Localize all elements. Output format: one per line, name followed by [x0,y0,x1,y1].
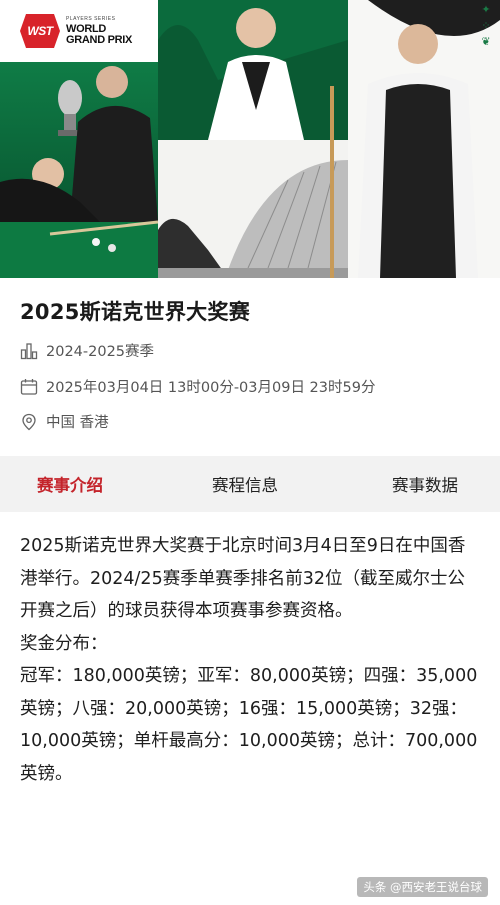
tab-schedule[interactable]: 赛程信息 [140,472,350,496]
event-description: 2025斯诺克世界大奖赛于北京时间3月4日至9日在中国香港举行。2024/25赛… [20,530,480,790]
prize-paragraph: 冠军：180,000英镑；亚军：80,000英镑；四强：35,000英镑；八强：… [20,666,478,784]
hero-icon-group: ✦ ⁘ ❦ [480,4,492,48]
hero-logo-panel: WST PLAYERS SERIES WORLD GRAND PRIX [0,0,158,62]
sparkle-icon: ✦ [481,3,491,16]
tab-event-intro[interactable]: 赛事介绍 [0,472,140,496]
player-illustration-mid [158,8,348,140]
logo-series: PLAYERS SERIES [66,15,116,22]
hero-panel-venue [158,140,348,278]
logo-grand-prix: GRAND PRIX [66,33,133,46]
logo-world: WORLD [66,22,107,35]
source-watermark: 头条 @西安老王说台球 [357,877,488,897]
players-illustration-left [0,66,158,278]
hero-panel-left [0,62,158,278]
tab-event-data[interactable]: 赛事数据 [350,472,500,496]
season-text: 2024-2025赛季 [46,344,155,360]
date-text: 2025年03月04日 13时00分-03月09日 23时59分 [46,380,376,396]
calendar-icon [20,378,38,395]
location-row: 中国 香港 [20,411,109,432]
hero-banner: WST PLAYERS SERIES WORLD GRAND PRIX ✦ ⁘ … [0,0,500,278]
location-pin-icon [22,413,36,430]
wst-logo: WST PLAYERS SERIES WORLD GRAND PRIX [20,14,132,48]
event-title: 2025斯诺克世界大奖赛 [20,300,251,324]
player-illustration-right [358,0,500,278]
venue-illustration [158,160,348,278]
leaf-icon: ❦ [481,35,491,48]
cue-illustration [330,86,334,278]
hero-panel-mid [158,0,348,140]
tab-bar: 赛事介绍 赛程信息 赛事数据 [0,456,500,512]
date-row: 2025年03月04日 13时00分-03月09日 23时59分 [20,376,375,397]
prize-heading: 奖金分布： [20,633,108,654]
hero-panel-right: ✦ ⁘ ❦ [348,0,500,278]
intro-paragraph: 2025斯诺克世界大奖赛于北京时间3月4日至9日在中国香港举行。2024/25赛… [20,536,466,621]
bar-chart-icon [20,342,38,359]
season-row: 2024-2025赛季 [20,340,154,361]
location-text: 中国 香港 [46,415,109,431]
dots-icon: ⁘ [481,19,491,32]
wst-logo-badge: WST [20,14,60,48]
